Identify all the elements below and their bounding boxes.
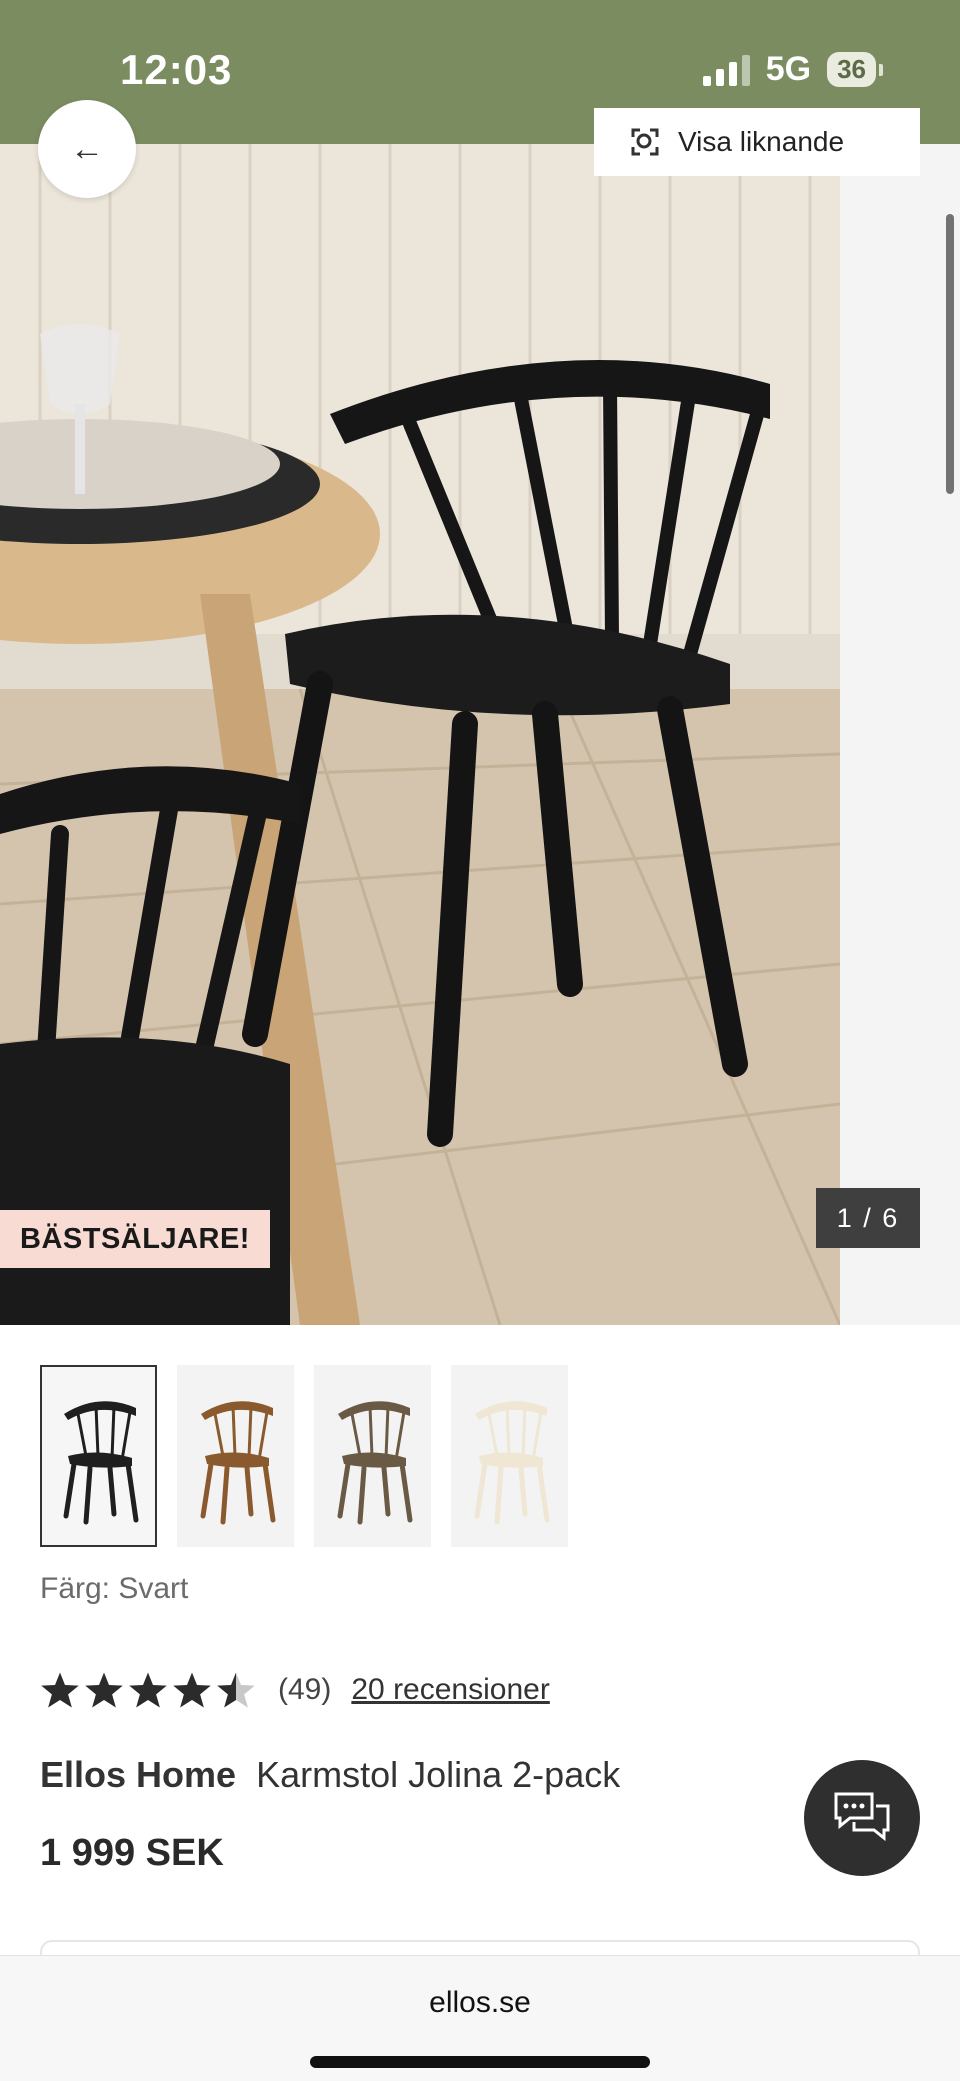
product-name: Karmstol Jolina 2-pack — [256, 1754, 621, 1795]
url-text[interactable]: ellos.se — [0, 1986, 960, 2020]
chat-button[interactable] — [804, 1760, 920, 1876]
status-time: 12:03 — [120, 46, 233, 93]
selected-color-label: Färg: Svart — [40, 1572, 189, 1605]
chair-thumbnail-image — [474, 1401, 549, 1525]
rating-count: (49) — [278, 1673, 332, 1706]
chair-thumbnail-image — [337, 1401, 412, 1525]
visual-search-icon — [631, 128, 659, 156]
color-thumbnails — [40, 1365, 568, 1547]
chair-thumbnail-image — [63, 1401, 138, 1525]
rating-row: (49) 20 recensioner — [40, 1670, 550, 1710]
chat-icon — [834, 1792, 890, 1842]
next-image-peek[interactable] — [840, 144, 960, 1325]
bestseller-badge: BÄSTSÄLJARE! — [0, 1210, 270, 1268]
star-icon — [217, 1672, 255, 1708]
product-image[interactable] — [0, 144, 840, 1325]
battery-icon: 36 — [827, 52, 883, 87]
signal-icon — [702, 54, 750, 86]
star-icon — [85, 1672, 123, 1708]
show-similar-label: Visa liknande — [678, 126, 845, 157]
network-type: 5G — [765, 50, 812, 88]
color-thumbnail[interactable] — [40, 1365, 157, 1547]
browser-url-bar[interactable]: ellos.se — [0, 1955, 960, 2081]
product-price: 1 999 SEK — [40, 1832, 224, 1874]
star-rating — [40, 1670, 256, 1710]
arrow-left-icon: ← — [70, 129, 104, 168]
color-thumbnail[interactable] — [177, 1365, 294, 1547]
status-indicators: 5G 36 — [702, 50, 883, 89]
star-icon — [173, 1672, 211, 1708]
chair-thumbnail-image — [200, 1401, 275, 1525]
product-title: Ellos Home Karmstol Jolina 2-pack — [40, 1754, 620, 1796]
chair-photo — [0, 144, 840, 1325]
star-icon — [41, 1672, 79, 1708]
home-indicator[interactable] — [310, 2056, 650, 2068]
product-brand[interactable]: Ellos Home — [40, 1754, 236, 1796]
back-button[interactable]: ← — [38, 100, 136, 198]
color-thumbnail[interactable] — [314, 1365, 431, 1547]
reviews-link[interactable]: 20 recensioner — [351, 1673, 549, 1707]
image-counter: 1 / 6 — [816, 1188, 920, 1248]
color-thumbnail[interactable] — [451, 1365, 568, 1547]
image-scroll-indicator — [946, 214, 954, 494]
show-similar-button[interactable]: Visa liknande — [594, 108, 920, 176]
star-icon — [129, 1672, 167, 1708]
